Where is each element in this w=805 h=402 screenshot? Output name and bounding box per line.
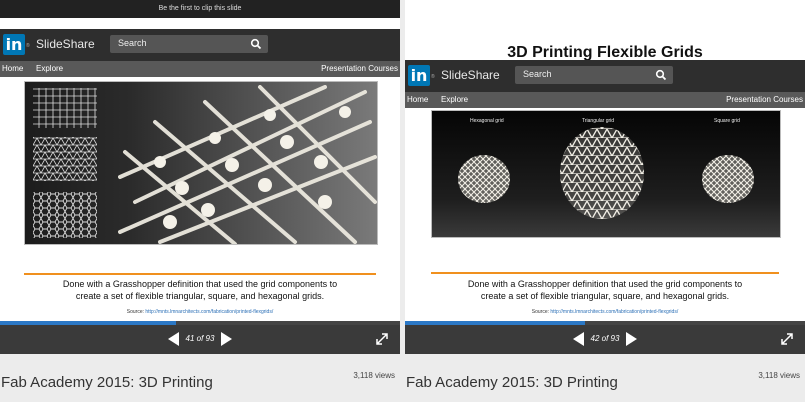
nav-presentation-courses[interactable]: Presentation Courses	[726, 95, 803, 104]
slide-source: Source: http://mnts.lmnarchitects.com/fa…	[405, 309, 805, 315]
slide-divider	[431, 272, 779, 274]
slide-caption-line-2: create a set of flexible triangular, squ…	[480, 291, 730, 301]
nav-home[interactable]: Home	[2, 64, 23, 73]
printed-grid-image	[25, 82, 377, 244]
view-count: 3,118 views	[758, 371, 800, 380]
nav-home[interactable]: Home	[407, 95, 428, 104]
presentation-title[interactable]: Fab Academy 2015: 3D Printing	[1, 374, 213, 391]
fullscreen-expand-icon[interactable]	[376, 333, 388, 345]
trademark-mark: ®	[26, 43, 30, 49]
slide-canvas: Done with a Grasshopper definition that …	[0, 77, 400, 321]
slide-counter: 42 of 93	[590, 334, 620, 343]
nav-explore[interactable]: Explore	[441, 95, 468, 104]
slide-top-area: 3D Printing Flexible Grids	[405, 0, 805, 61]
slide-source: Source: http://mnts.lmnarchitects.com/fa…	[0, 309, 400, 315]
presentation-title[interactable]: Fab Academy 2015: 3D Printing	[406, 374, 618, 391]
slide-caption-line-1: Done with a Grasshopper definition that …	[62, 279, 338, 289]
source-link[interactable]: http://mnts.lmnarchitects.com/fabricatio…	[145, 309, 273, 315]
player-controls: 41 of 93	[0, 325, 400, 354]
linkedin-logo-icon[interactable]: in	[408, 65, 430, 86]
clip-banner[interactable]: Be the first to clip this slide	[0, 0, 400, 18]
source-label: Source:	[531, 309, 549, 315]
slideshare-header: in ® SlideShare Search	[0, 29, 400, 61]
top-nav: Home Explore Presentation Courses	[405, 92, 805, 108]
previous-slide-button[interactable]	[168, 332, 179, 346]
search-icon[interactable]	[655, 69, 667, 81]
previous-slide-button[interactable]	[573, 332, 584, 346]
right-slide-viewer: 3D Printing Flexible Grids in ® SlideSha…	[405, 0, 805, 402]
brand-name[interactable]: SlideShare	[36, 37, 95, 51]
grids-comparison-photo: Hexagonal grid Triangular grid Square gr…	[431, 110, 781, 238]
triangular-grid-label: Triangular grid	[582, 118, 614, 124]
brand-name[interactable]: SlideShare	[441, 68, 500, 82]
next-slide-button[interactable]	[221, 332, 232, 346]
hexagonal-grid-label: Hexagonal grid	[470, 118, 504, 124]
flexible-grid-photo	[24, 81, 378, 245]
top-nav: Home Explore Presentation Courses	[0, 61, 400, 77]
slideshare-header: in ® SlideShare Search	[405, 60, 805, 92]
search-placeholder: Search	[523, 69, 552, 79]
left-slide-viewer: Be the first to clip this slide in ® Sli…	[0, 0, 400, 402]
slide-canvas: Hexagonal grid Triangular grid Square gr…	[405, 108, 805, 321]
source-label: Source:	[126, 309, 144, 315]
slide-counter: 41 of 93	[185, 334, 215, 343]
player-controls: 42 of 93	[405, 325, 805, 354]
next-slide-button[interactable]	[626, 332, 637, 346]
slide-caption-line-2: create a set of flexible triangular, squ…	[75, 291, 325, 301]
linkedin-logo-icon[interactable]: in	[3, 34, 25, 55]
slide-caption-line-1: Done with a Grasshopper definition that …	[467, 279, 743, 289]
trademark-mark: ®	[431, 74, 435, 80]
search-input[interactable]: Search	[110, 35, 268, 53]
fullscreen-expand-icon[interactable]	[781, 333, 793, 345]
nav-explore[interactable]: Explore	[36, 64, 63, 73]
view-count: 3,118 views	[353, 371, 395, 380]
search-placeholder: Search	[118, 38, 147, 48]
spacer	[0, 18, 400, 29]
three-grids-image: Hexagonal grid Triangular grid Square gr…	[432, 111, 780, 237]
square-grid-label: Square grid	[714, 118, 740, 124]
search-icon[interactable]	[250, 38, 262, 50]
slide-divider	[24, 273, 376, 275]
search-input[interactable]: Search	[515, 66, 673, 84]
source-link[interactable]: http://mnts.lmnarchitects.com/fabricatio…	[550, 309, 678, 315]
nav-presentation-courses[interactable]: Presentation Courses	[321, 64, 398, 73]
